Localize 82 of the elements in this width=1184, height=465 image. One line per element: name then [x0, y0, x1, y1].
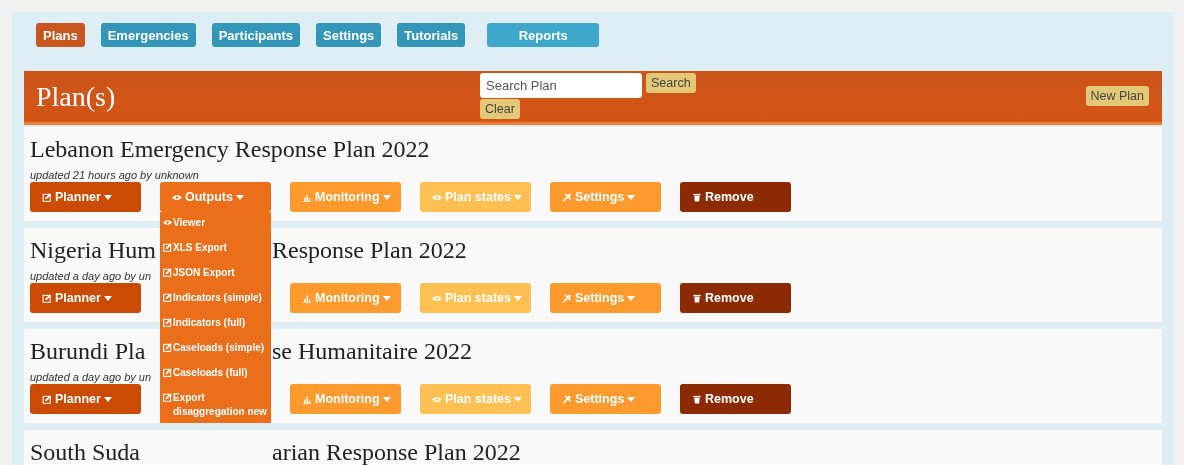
bar-chart-icon — [302, 293, 312, 303]
nav-tab[interactable]: Settings — [316, 23, 382, 47]
menu-item[interactable]: XLS Export — [163, 241, 271, 255]
clear-button[interactable]: Clear — [480, 99, 520, 119]
dropdown-button[interactable]: Plan states — [420, 283, 531, 313]
plan-title: Nigeria Hum — [30, 236, 156, 263]
trash-icon — [692, 293, 702, 303]
dropdown-button[interactable]: Plan states — [420, 182, 531, 212]
menu-item[interactable]: Caseloads (full) — [163, 366, 271, 380]
eye-icon — [163, 218, 172, 227]
dropdown-button[interactable]: Outputs — [160, 182, 271, 212]
updated-text: updated 21 hours ago by unknown — [30, 169, 199, 181]
caret-icon — [627, 396, 636, 402]
dropdown-button[interactable]: Monitoring — [290, 283, 401, 313]
page-title: Plan(s) — [35, 80, 117, 113]
edit-icon — [163, 343, 172, 352]
caret-icon — [627, 194, 636, 200]
caret-icon — [382, 295, 391, 301]
search-button[interactable]: Search — [646, 73, 696, 93]
eye-icon — [432, 394, 442, 404]
caret-icon — [627, 295, 636, 301]
plan-title: se Humanitaire 2022 — [272, 337, 472, 364]
plan-title: Burundi Pla — [30, 337, 146, 364]
nav-tab[interactable]: Participants — [211, 23, 301, 47]
dropdown-button[interactable]: Monitoring — [290, 182, 401, 212]
edit-icon — [42, 394, 52, 404]
dropdown-button[interactable]: Planner — [30, 283, 141, 313]
tools-icon — [562, 394, 572, 404]
menu-item[interactable]: Indicators (full) — [163, 316, 271, 330]
menu-item[interactable]: Viewer — [163, 216, 271, 230]
nav-tab[interactable]: Plans — [36, 23, 85, 47]
dropdown-button[interactable]: Monitoring — [290, 384, 401, 414]
edit-icon — [42, 192, 52, 202]
plan-title: South Suda — [30, 438, 140, 465]
dropdown-button[interactable]: Remove — [680, 182, 791, 212]
plan-title: arian Response Plan 2022 — [272, 438, 521, 465]
eye-icon — [432, 293, 442, 303]
nav-tab[interactable]: Tutorials — [397, 23, 466, 47]
tools-icon — [562, 293, 572, 303]
caret-icon — [514, 295, 522, 301]
updated-text: updated a day ago by un — [30, 270, 152, 282]
bar-chart-icon — [302, 394, 312, 404]
dropdown-button[interactable]: Settings — [550, 283, 661, 313]
caret-icon — [514, 194, 522, 200]
eye-icon — [432, 192, 442, 202]
edit-icon — [163, 318, 172, 327]
edit-icon — [42, 293, 52, 303]
edit-icon — [163, 293, 172, 302]
caret-icon — [103, 396, 112, 402]
caret-icon — [103, 295, 112, 301]
tools-icon — [562, 192, 572, 202]
caret-icon — [382, 194, 391, 200]
menu-item[interactable]: JSON Export — [163, 266, 271, 280]
edit-icon — [163, 393, 172, 402]
nav-tab[interactable]: Reports — [487, 23, 600, 47]
search-field[interactable]: Search Plan — [480, 73, 642, 98]
dropdown-button[interactable]: Remove — [680, 283, 791, 313]
nav-tab[interactable]: Emergencies — [100, 23, 196, 47]
dropdown-button[interactable]: Settings — [550, 384, 661, 414]
caret-icon — [235, 194, 244, 200]
dropdown-button[interactable]: Planner — [30, 182, 141, 212]
eye-icon — [172, 192, 182, 202]
new-plan-button[interactable]: New Plan — [1085, 86, 1149, 106]
caret-icon — [103, 194, 112, 200]
edit-icon — [163, 243, 172, 252]
menu-item[interactable]: Export disaggregation new — [163, 391, 271, 419]
dropdown-button[interactable]: Settings — [550, 182, 661, 212]
edit-icon — [163, 268, 172, 277]
plan-title: Response Plan 2022 — [272, 236, 467, 263]
caret-icon — [514, 396, 522, 402]
updated-text: updated a day ago by un — [30, 371, 152, 383]
dropdown-button[interactable]: Remove — [680, 384, 791, 414]
bar-chart-icon — [302, 192, 312, 202]
menu-item[interactable]: Indicators (simple) — [163, 291, 271, 305]
trash-icon — [692, 394, 702, 404]
caret-icon — [382, 396, 391, 402]
trash-icon — [692, 192, 702, 202]
edit-icon — [163, 368, 172, 377]
plan-title: Lebanon Emergency Response Plan 2022 — [30, 135, 430, 162]
dropdown-button[interactable]: Plan states — [420, 384, 531, 414]
menu-item[interactable]: Caseloads (simple) — [163, 341, 271, 355]
dropdown-button[interactable]: Planner — [30, 384, 141, 414]
